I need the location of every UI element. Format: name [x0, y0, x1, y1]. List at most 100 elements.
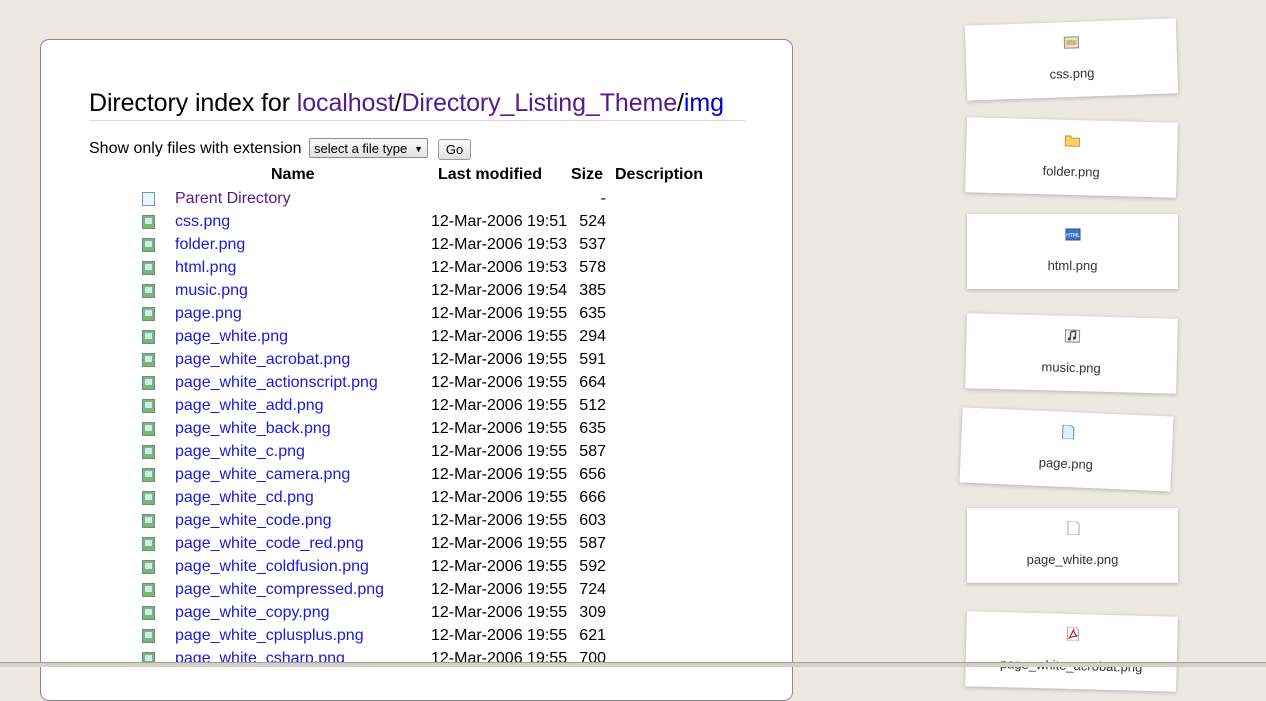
last-modified-cell: 12-Mar-2006 19:55 — [431, 397, 568, 414]
file-type-select[interactable]: select a file type ▼ — [309, 138, 428, 158]
file-link[interactable]: page_white_code_red.png — [175, 535, 364, 553]
file-link[interactable]: page_white_compressed.png — [175, 581, 384, 599]
svg-text:HTML: HTML — [1066, 233, 1080, 239]
size-cell: 512 — [579, 397, 606, 414]
image-icon — [142, 284, 155, 298]
parent-page-icon — [142, 192, 155, 206]
table-row: page_white_cd.png 12-Mar-2006 19:55 666 — [41, 489, 792, 512]
file-link[interactable]: page_white_code.png — [175, 512, 332, 530]
thumbnail-card[interactable]: folder.png — [965, 117, 1178, 198]
last-modified-cell: 12-Mar-2006 19:54 — [431, 282, 568, 299]
last-modified-cell: 12-Mar-2006 19:55 — [431, 443, 568, 460]
size-cell: 664 — [579, 374, 606, 391]
size-cell: 385 — [579, 282, 606, 299]
size-cell: 635 — [579, 305, 606, 322]
thumbnail-card[interactable]: HTML html.png — [967, 214, 1178, 289]
last-modified-cell: 12-Mar-2006 19:55 — [431, 558, 568, 575]
last-modified-cell: 12-Mar-2006 19:55 — [431, 351, 568, 368]
table-row: html.png 12-Mar-2006 19:53 578 — [41, 259, 792, 282]
image-icon — [142, 560, 155, 574]
thumbnail-card[interactable]: page_white_acrobat.png — [965, 611, 1178, 692]
acrobat-icon — [1064, 626, 1080, 642]
directory-listing-panel: Directory index for localhost /Directory_… — [40, 39, 793, 701]
file-link[interactable]: html.png — [175, 259, 236, 277]
column-header-name[interactable]: Name — [271, 166, 315, 184]
image-icon — [142, 353, 155, 367]
title-divider — [89, 120, 745, 121]
table-row: page_white_compressed.png 12-Mar-2006 19:… — [41, 581, 792, 604]
size-cell: 592 — [579, 558, 606, 575]
file-link[interactable]: page_white_add.png — [175, 397, 324, 415]
image-icon — [142, 445, 155, 459]
file-link[interactable]: page_white_cplusplus.png — [175, 627, 364, 645]
thumbnail-card[interactable]: page_white.png — [967, 508, 1178, 583]
table-row: page_white_back.png 12-Mar-2006 19:55 635 — [41, 420, 792, 443]
table-row: page_white.png 12-Mar-2006 19:55 294 — [41, 328, 792, 351]
thumbnail-label: page.png — [1038, 454, 1094, 473]
image-icon — [142, 583, 155, 597]
last-modified-cell: 12-Mar-2006 19:55 — [431, 328, 568, 345]
file-link[interactable]: page_white_cd.png — [175, 489, 314, 507]
last-modified-cell: 12-Mar-2006 19:55 — [431, 535, 568, 552]
table-row: music.png 12-Mar-2006 19:54 385 — [41, 282, 792, 305]
size-cell: 621 — [579, 627, 606, 644]
image-icon — [142, 422, 155, 436]
thumbnail-card[interactable]: music.png — [965, 313, 1178, 394]
file-link[interactable]: page.png — [175, 305, 242, 323]
last-modified-cell: 12-Mar-2006 19:55 — [431, 374, 568, 391]
table-row: page_white_add.png 12-Mar-2006 19:55 512 — [41, 397, 792, 420]
image-icon — [142, 629, 155, 643]
file-link[interactable]: page_white_acrobat.png — [175, 351, 350, 369]
thumbnail-label: css.png — [1049, 65, 1095, 82]
file-link[interactable]: css.png — [175, 213, 230, 231]
last-modified-cell: 12-Mar-2006 19:53 — [431, 259, 568, 276]
dropdown-arrow-icon: ▼ — [414, 144, 423, 154]
table-row: page_white_actionscript.png 12-Mar-2006 1… — [41, 374, 792, 397]
thumbnail-label: page_white.png — [1026, 552, 1119, 567]
last-modified-cell: 12-Mar-2006 19:55 — [431, 420, 568, 437]
file-link[interactable]: music.png — [175, 282, 248, 300]
size-cell: - — [600, 190, 606, 207]
file-type-select-value: select a file type — [314, 141, 408, 156]
page-icon — [1059, 424, 1076, 440]
thumbnail-card[interactable]: css.png — [964, 18, 1179, 101]
size-cell: 587 — [579, 443, 606, 460]
bottom-scrollbar[interactable] — [0, 662, 1266, 667]
table-row: page_white_code_red.png 12-Mar-2006 19:55… — [41, 535, 792, 558]
file-link[interactable]: page_white_coldfusion.png — [175, 558, 369, 576]
thumbnail-card[interactable]: page.png — [959, 407, 1174, 492]
size-cell: 537 — [579, 236, 606, 253]
go-button[interactable]: Go — [438, 139, 471, 160]
file-link[interactable]: page_white_back.png — [175, 420, 331, 438]
thumbnail-label: html.png — [1047, 258, 1098, 273]
last-modified-cell: 12-Mar-2006 19:55 — [431, 489, 568, 506]
breadcrumb-theme[interactable]: Directory_Listing_Theme — [401, 89, 677, 117]
size-cell: 724 — [579, 581, 606, 598]
image-icon — [142, 514, 155, 528]
table-row: page_white_cplusplus.png 12-Mar-2006 19:5… — [41, 627, 792, 650]
image-icon — [142, 491, 155, 505]
last-modified-cell: 12-Mar-2006 19:55 — [431, 466, 568, 483]
last-modified-cell: 12-Mar-2006 19:51 — [431, 213, 568, 230]
file-link[interactable]: page_white_actionscript.png — [175, 374, 378, 392]
column-header-size[interactable]: Size — [571, 166, 603, 184]
breadcrumb-localhost[interactable]: localhost — [297, 89, 395, 117]
folder-icon — [1064, 133, 1081, 147]
music-icon — [1064, 329, 1081, 343]
image-icon — [142, 307, 155, 321]
file-link[interactable]: page_white_copy.png — [175, 604, 330, 622]
file-link[interactable]: page_white_c.png — [175, 443, 305, 461]
size-cell: 603 — [579, 512, 606, 529]
column-header-last-modified[interactable]: Last modified — [438, 166, 542, 184]
last-modified-cell: 12-Mar-2006 19:55 — [431, 581, 568, 598]
size-cell: 635 — [579, 420, 606, 437]
breadcrumb-current[interactable]: img — [684, 89, 724, 117]
column-header-description[interactable]: Description — [615, 166, 703, 184]
table-row: page.png 12-Mar-2006 19:55 635 — [41, 305, 792, 328]
file-link[interactable]: page_white.png — [175, 328, 288, 346]
page-white-icon — [1065, 520, 1081, 536]
file-link[interactable]: Parent Directory — [175, 190, 291, 208]
file-link[interactable]: folder.png — [175, 236, 245, 254]
last-modified-cell: 12-Mar-2006 19:55 — [431, 604, 568, 621]
file-link[interactable]: page_white_camera.png — [175, 466, 350, 484]
